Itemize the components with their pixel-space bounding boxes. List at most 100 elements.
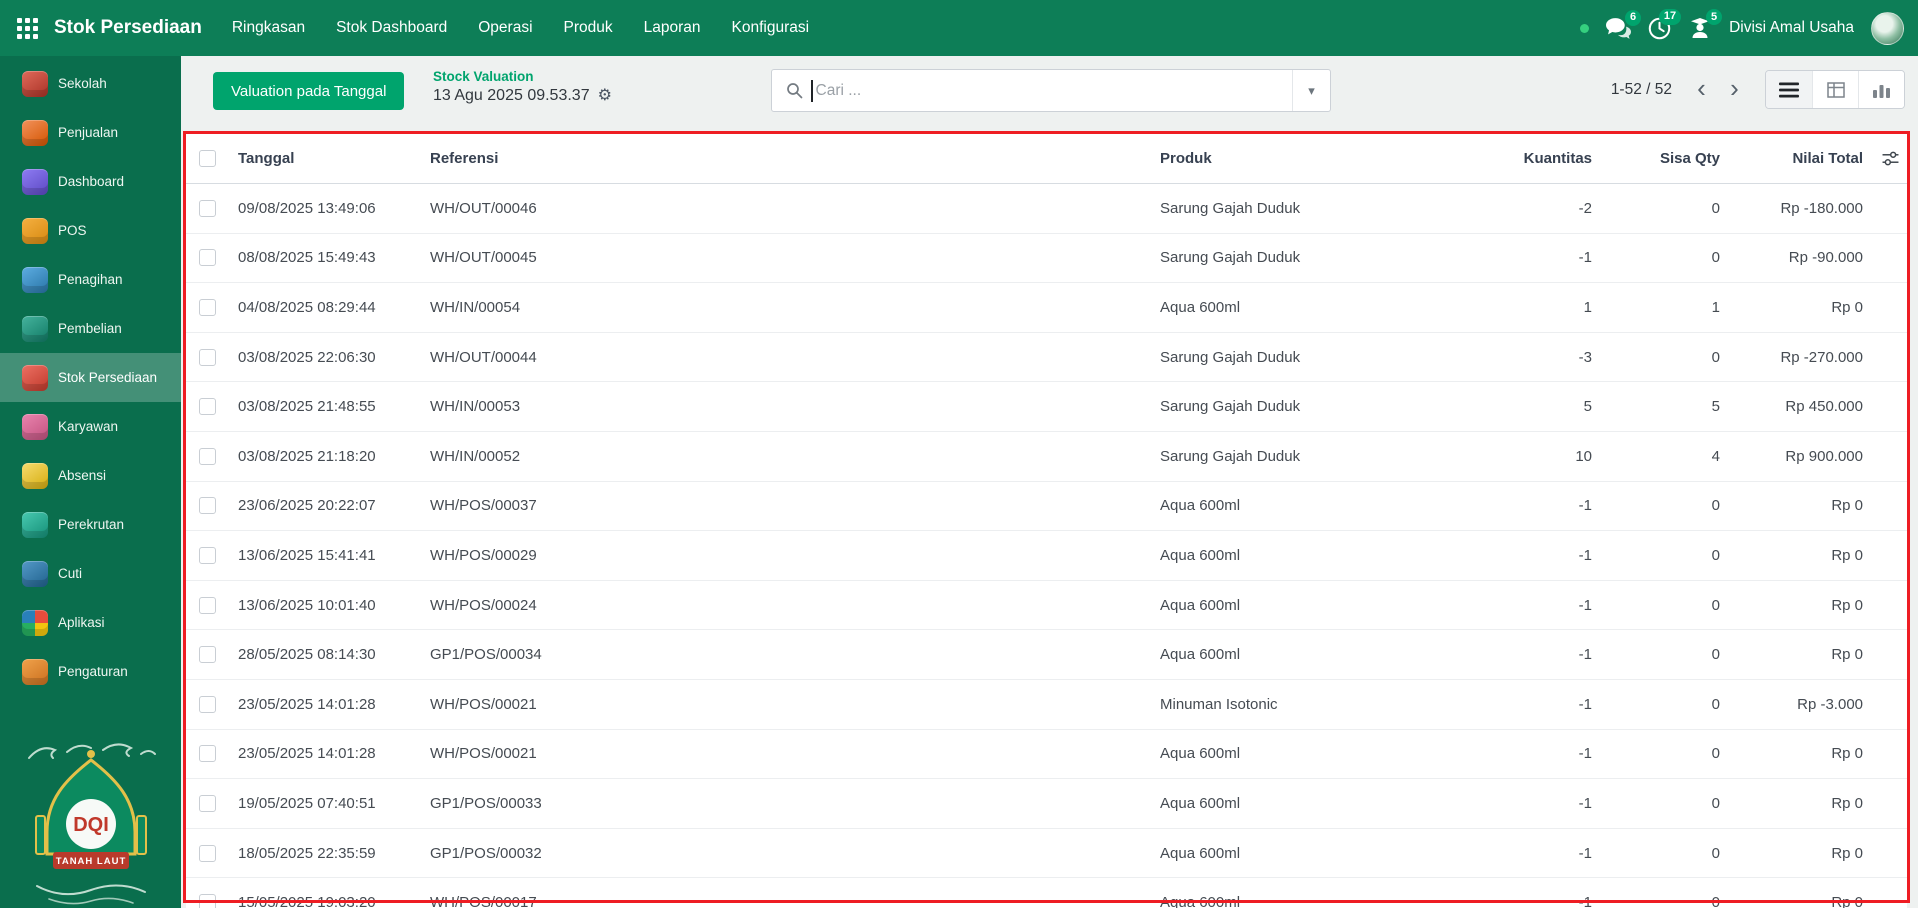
list-view-button[interactable] — [1766, 71, 1812, 108]
sidebar-item-pengaturan[interactable]: Pengaturan — [0, 647, 181, 696]
table-row[interactable]: 15/05/2025 19:03:20 WH/POS/00017 Aqua 60… — [186, 878, 1907, 908]
sidebar-item-sekolah[interactable]: Sekolah — [0, 59, 181, 108]
row-checkbox[interactable] — [198, 249, 216, 267]
column-header-tanggal[interactable]: Tanggal — [228, 150, 420, 167]
column-header-referensi[interactable]: Referensi — [420, 150, 1150, 167]
sidebar-item-cuti[interactable]: Cuti — [0, 549, 181, 598]
cell-tanggal: 23/05/2025 14:01:28 — [238, 745, 376, 763]
table-row[interactable]: 08/08/2025 15:49:43 WH/OUT/00045 Sarung … — [186, 233, 1907, 284]
navbar-menu-produk[interactable]: Produk — [564, 19, 613, 37]
search-dropdown-toggle[interactable]: ▾ — [1292, 70, 1330, 111]
cell-kuantitas: 10 — [1575, 447, 1592, 465]
records-table: Tanggal Referensi Produk Kuantitas Sisa … — [186, 134, 1907, 908]
control-panel-right: 1-52 / 52 ‹ › — [1611, 70, 1905, 109]
sidebar-item-dashboard[interactable]: Dashboard — [0, 157, 181, 206]
row-checkbox[interactable] — [198, 646, 216, 664]
row-checkbox[interactable] — [198, 745, 216, 763]
table-row[interactable]: 23/05/2025 14:01:28 WH/POS/00021 Aqua 60… — [186, 729, 1907, 780]
column-header-nilai-total[interactable]: Nilai Total — [1730, 150, 1873, 167]
messages-button[interactable]: 6 — [1606, 9, 1642, 39]
sidebar-item-penjualan[interactable]: Penjualan — [0, 108, 181, 157]
sidebar-item-absensi[interactable]: Absensi — [0, 451, 181, 500]
sidebar-item-perekrutan[interactable]: Perekrutan — [0, 500, 181, 549]
cell-referensi: GP1/POS/00034 — [430, 646, 542, 664]
select-all-checkbox[interactable] — [198, 150, 216, 167]
table-row[interactable]: 19/05/2025 07:40:51 GP1/POS/00033 Aqua 6… — [186, 779, 1907, 829]
sales-icon — [22, 119, 48, 146]
table-row[interactable]: 28/05/2025 08:14:30 GP1/POS/00034 Aqua 6… — [186, 630, 1907, 680]
row-checkbox[interactable] — [198, 298, 216, 316]
pager-previous-button[interactable]: ‹ — [1685, 71, 1718, 108]
table-row[interactable]: 03/08/2025 22:06:30 WH/OUT/00044 Sarung … — [186, 332, 1907, 383]
column-header-sisa-qty[interactable]: Sisa Qty — [1602, 150, 1730, 167]
row-checkbox[interactable] — [198, 348, 216, 366]
navbar-menu-stok-dashboard[interactable]: Stok Dashboard — [336, 19, 447, 37]
app-title[interactable]: Stok Persediaan — [54, 17, 202, 39]
table-row[interactable]: 13/06/2025 15:41:41 WH/POS/00029 Aqua 60… — [186, 531, 1907, 581]
cell-sisa-qty: 0 — [1711, 894, 1720, 908]
cell-sisa-qty: 0 — [1711, 596, 1720, 614]
table-row[interactable]: 04/08/2025 08:29:44 WH/IN/00054 Aqua 600… — [186, 283, 1907, 333]
sidebar-menu: Sekolah Penjualan Dashboard POS Penagiha… — [0, 56, 181, 696]
row-checkbox[interactable] — [198, 695, 216, 713]
row-checkbox[interactable] — [198, 894, 216, 908]
column-header-produk[interactable]: Produk — [1150, 150, 1450, 167]
table-row[interactable]: 18/05/2025 22:35:59 GP1/POS/00032 Aqua 6… — [186, 828, 1907, 879]
row-checkbox[interactable] — [198, 596, 216, 614]
search-input[interactable] — [815, 70, 1292, 111]
cell-produk: Sarung Gajah Duduk — [1160, 249, 1301, 267]
activities-button[interactable]: 17 — [1648, 8, 1682, 40]
cell-produk: Aqua 600ml — [1160, 745, 1241, 763]
row-checkbox[interactable] — [198, 199, 216, 217]
company-name[interactable]: Divisi Amal Usaha — [1729, 19, 1854, 37]
table-row[interactable]: 09/08/2025 13:49:06 WH/OUT/00046 Sarung … — [186, 184, 1907, 234]
cell-sisa-qty: 0 — [1711, 497, 1720, 515]
navbar-menu-ringkasan[interactable]: Ringkasan — [232, 19, 305, 37]
requests-button[interactable]: 5 — [1688, 9, 1723, 39]
valuation-at-date-button[interactable]: Valuation pada Tanggal — [213, 72, 405, 110]
sidebar-item-pos[interactable]: POS — [0, 206, 181, 255]
search-bar[interactable]: ▾ — [771, 69, 1331, 112]
table-row[interactable]: 03/08/2025 21:48:55 WH/IN/00053 Sarung G… — [186, 382, 1907, 432]
graph-view-icon — [1873, 84, 1890, 98]
breadcrumb-subtitle: 13 Agu 2025 09.53.37 — [433, 87, 590, 104]
breadcrumb-title[interactable]: Stock Valuation — [433, 69, 612, 84]
optional-columns-button[interactable] — [1873, 150, 1907, 167]
row-checkbox[interactable] — [198, 546, 216, 564]
user-avatar[interactable] — [1871, 11, 1904, 45]
column-header-kuantitas[interactable]: Kuantitas — [1450, 150, 1602, 167]
cell-nilai-total: Rp -90.000 — [1788, 249, 1863, 267]
table-row[interactable]: 03/08/2025 21:18:20 WH/IN/00052 Sarung G… — [186, 431, 1907, 482]
sidebar-item-stok-persediaan[interactable]: Stok Persediaan — [0, 353, 181, 402]
cell-kuantitas: -1 — [1578, 695, 1592, 713]
cell-produk: Sarung Gajah Duduk — [1160, 447, 1301, 465]
graph-view-button[interactable] — [1858, 71, 1904, 108]
sidebar-item-karyawan[interactable]: Karyawan — [0, 402, 181, 451]
row-checkbox[interactable] — [198, 794, 216, 812]
cell-sisa-qty: 0 — [1711, 794, 1720, 812]
table-row[interactable]: 13/06/2025 10:01:40 WH/POS/00024 Aqua 60… — [186, 580, 1907, 631]
pivot-view-button[interactable] — [1812, 71, 1858, 108]
cell-produk: Sarung Gajah Duduk — [1160, 398, 1301, 416]
navbar-menu-operasi[interactable]: Operasi — [478, 19, 532, 37]
cell-tanggal: 09/08/2025 13:49:06 — [238, 199, 376, 217]
sidebar-item-aplikasi[interactable]: Aplikasi — [0, 598, 181, 647]
row-checkbox[interactable] — [198, 844, 216, 862]
table-row[interactable]: 23/06/2025 20:22:07 WH/POS/00037 Aqua 60… — [186, 481, 1907, 532]
cell-kuantitas: -1 — [1578, 794, 1592, 812]
navbar-menu-konfigurasi[interactable]: Konfigurasi — [732, 19, 810, 37]
apps-menu-button[interactable] — [0, 0, 54, 56]
sidebar-item-pembelian[interactable]: Pembelian — [0, 304, 181, 353]
cell-tanggal: 28/05/2025 08:14:30 — [238, 646, 376, 664]
gear-icon[interactable]: ⚙ — [598, 88, 612, 104]
row-checkbox[interactable] — [198, 398, 216, 416]
requests-badge: 5 — [1705, 9, 1723, 25]
table-row[interactable]: 23/05/2025 14:01:28 WH/POS/00021 Minuman… — [186, 679, 1907, 730]
cell-nilai-total: Rp 0 — [1831, 646, 1863, 664]
pager-next-button[interactable]: › — [1718, 71, 1751, 108]
row-checkbox[interactable] — [198, 447, 216, 465]
row-checkbox[interactable] — [198, 497, 216, 515]
cell-kuantitas: -2 — [1578, 199, 1592, 217]
sidebar-item-penagihan[interactable]: Penagihan — [0, 255, 181, 304]
navbar-menu-laporan[interactable]: Laporan — [644, 19, 701, 37]
